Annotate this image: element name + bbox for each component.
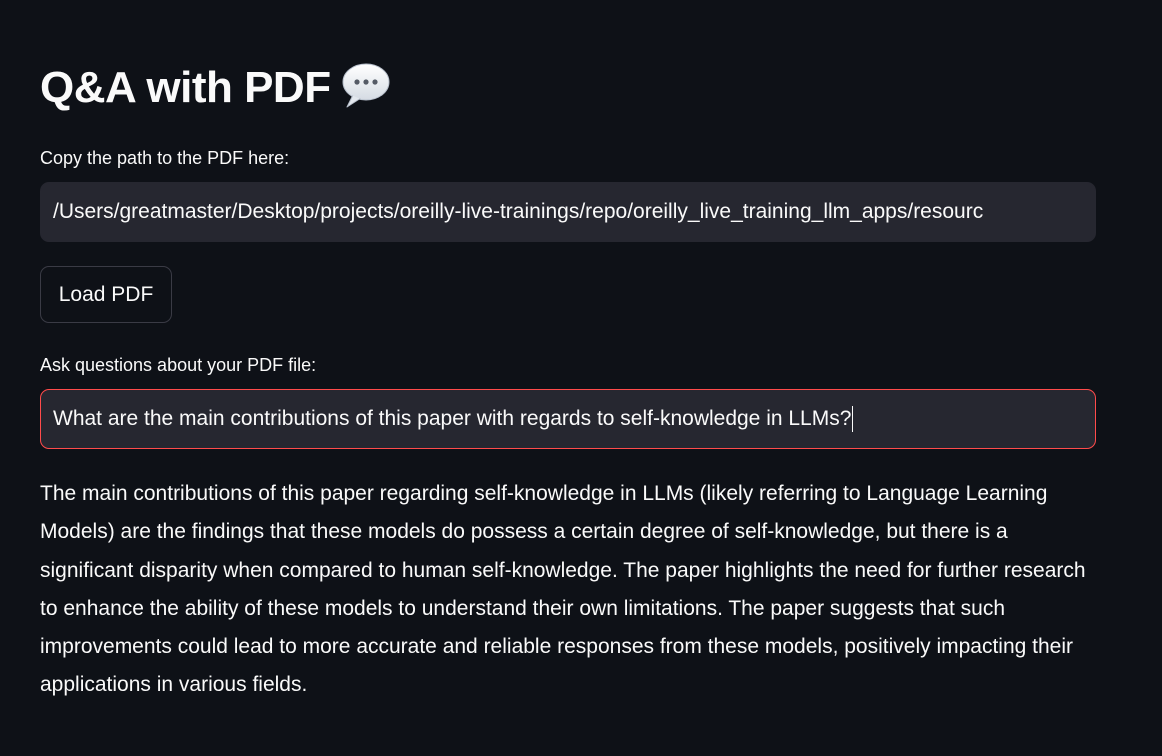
pdf-path-value: /Users/greatmaster/Desktop/projects/orei…: [53, 200, 984, 223]
pdf-path-input[interactable]: /Users/greatmaster/Desktop/projects/orei…: [40, 182, 1096, 242]
load-pdf-button[interactable]: Load PDF: [40, 266, 172, 323]
question-input[interactable]: What are the main contributions of this …: [40, 389, 1096, 449]
text-caret: [852, 406, 854, 432]
page-title: Q&A with PDF: [40, 63, 331, 112]
title-row: Q&A with PDF: [40, 58, 391, 118]
answer-text: The main contributions of this paper reg…: [40, 482, 1086, 697]
speech-balloon-icon: [341, 61, 391, 111]
question-label: Ask questions about your PDF file:: [40, 355, 317, 375]
pdf-path-label: Copy the path to the PDF here:: [40, 148, 290, 168]
question-value: What are the main contributions of this …: [53, 407, 852, 430]
